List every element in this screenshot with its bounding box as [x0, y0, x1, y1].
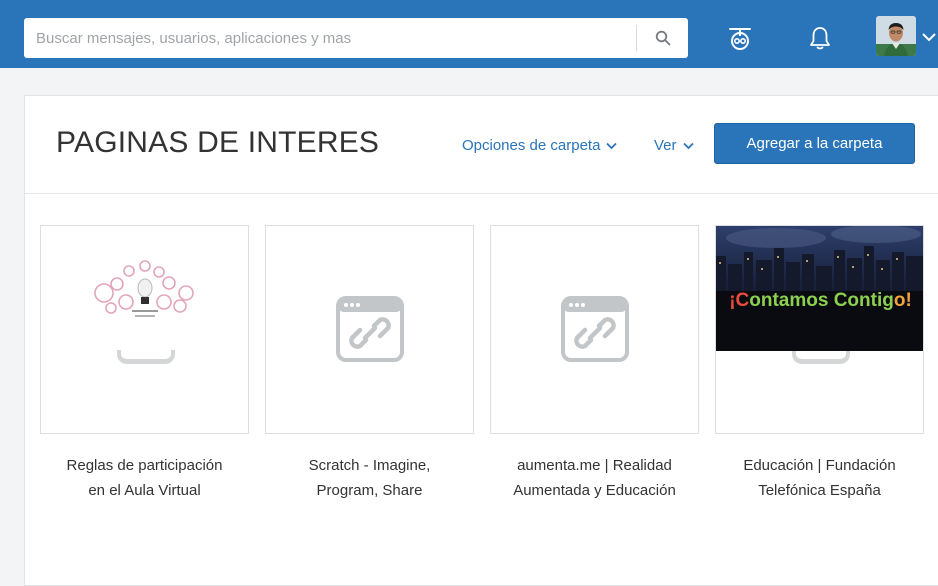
user-photo-icon	[876, 16, 916, 56]
chevron-down-icon[interactable]	[920, 28, 938, 46]
search-box	[24, 18, 688, 58]
item-caption[interactable]: Educación | Fundación Telefónica España	[715, 453, 924, 503]
top-bar	[0, 0, 938, 68]
folder-options-dropdown[interactable]: Opciones de carpeta	[462, 137, 618, 154]
folder-item-card[interactable]	[265, 225, 474, 434]
avatar[interactable]	[876, 16, 916, 56]
view-dropdown[interactable]: Ver	[654, 137, 694, 154]
folder-item-card[interactable]: ¡Contamos Contigo!	[715, 225, 924, 434]
item-caption[interactable]: Reglas de participación en el Aula Virtu…	[40, 453, 249, 503]
item-caption[interactable]: aumenta.me | Realidad Aumentada y Educac…	[490, 453, 699, 503]
item-caption[interactable]: Scratch - Imagine, Program, Share	[265, 453, 474, 503]
mind-map-thumbnail	[94, 260, 194, 317]
folder-options-label: Opciones de carpeta	[462, 137, 601, 154]
bell-icon	[810, 27, 830, 50]
folder-item-card[interactable]	[40, 225, 249, 434]
add-to-folder-button[interactable]: Agregar a la carpeta	[714, 123, 915, 164]
thumbnail-tray	[117, 350, 175, 364]
view-label: Ver	[654, 137, 677, 154]
city-skyline-icon	[716, 226, 923, 351]
search-button[interactable]	[637, 18, 688, 58]
apps-icon	[729, 28, 751, 50]
page-title: PAGINAS DE INTERES	[56, 126, 380, 159]
banner-image: ¡Contamos Contigo!	[716, 226, 923, 351]
apps-button[interactable]	[722, 20, 758, 56]
link-icon	[561, 296, 629, 362]
chevron-down-icon	[682, 142, 694, 149]
folder-panel: PAGINAS DE INTERES Opciones de carpeta V…	[24, 95, 938, 586]
thumbnail-tray	[792, 350, 850, 364]
folder-item-card[interactable]	[490, 225, 699, 434]
chevron-down-icon	[606, 142, 618, 149]
folder-header: PAGINAS DE INTERES Opciones de carpeta V…	[25, 96, 938, 194]
banner-caption: ¡Contamos Contigo!	[729, 290, 912, 311]
search-icon	[655, 30, 670, 46]
notifications-button[interactable]	[802, 20, 838, 56]
search-input[interactable]	[24, 18, 634, 58]
link-icon	[336, 296, 404, 362]
